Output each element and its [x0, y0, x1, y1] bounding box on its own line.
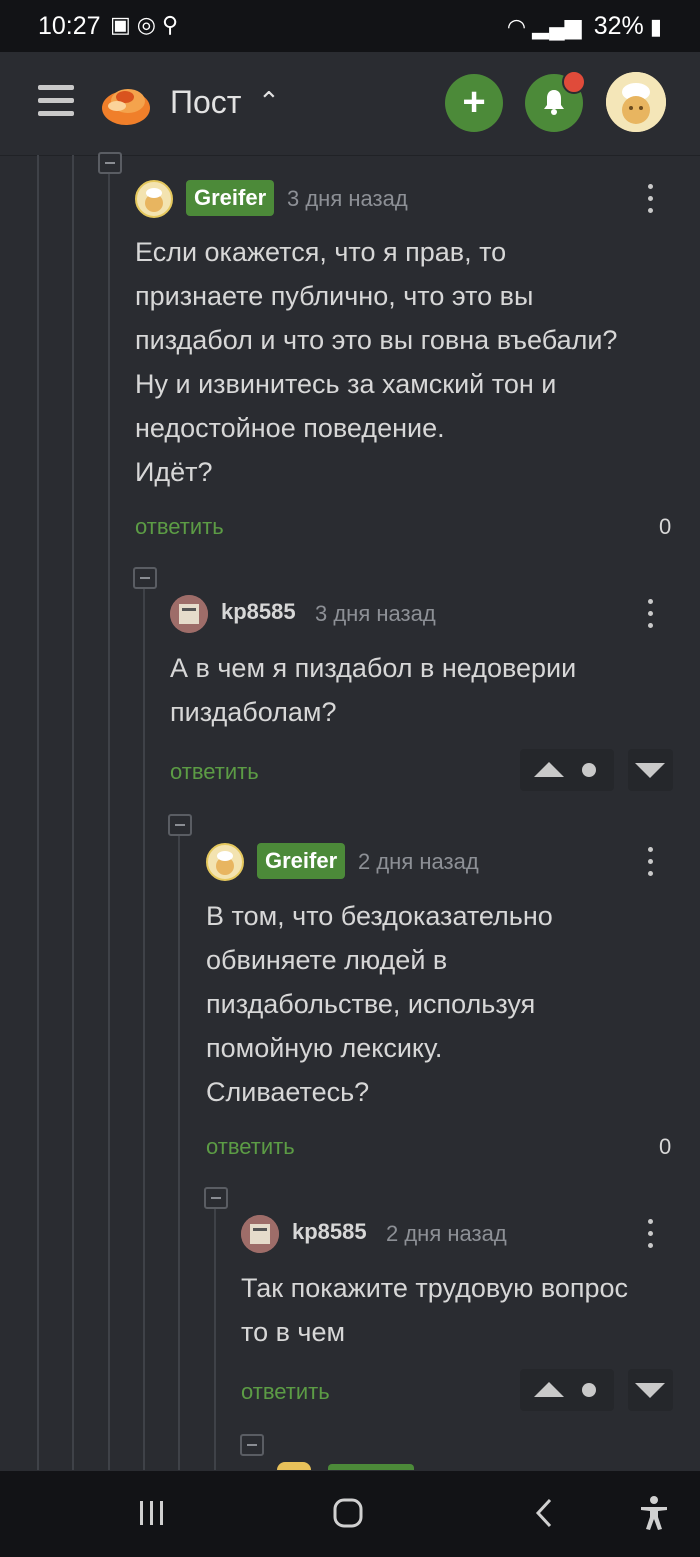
reply-link[interactable]: ответить	[170, 759, 259, 785]
comment-header: kp8585 3 дня назад	[170, 595, 675, 635]
hamburger-menu-icon[interactable]	[38, 85, 74, 119]
more-options-icon[interactable]	[648, 184, 654, 214]
downvote-button[interactable]	[628, 749, 673, 791]
comment-score: 0	[659, 1134, 672, 1159]
reply-link[interactable]: ответить	[206, 1134, 295, 1160]
battery-percent: 32%	[593, 12, 644, 40]
upvote-icon[interactable]	[534, 1382, 564, 1397]
chevron-up-icon[interactable]: ⌃	[258, 86, 280, 117]
reply-link[interactable]: ответить	[135, 514, 224, 540]
app-header: Пост ⌃ +	[0, 52, 700, 156]
comment-text: В том, что бездоказательно обвиняете люд…	[206, 901, 553, 1107]
status-time: 10:27	[38, 12, 101, 40]
reply-link[interactable]: ответить	[241, 1379, 330, 1405]
comment-time: 3 дня назад	[287, 186, 408, 211]
author-name[interactable]: Greifer	[186, 180, 275, 216]
thread-line	[178, 835, 180, 1470]
collapse-thread-button[interactable]	[98, 152, 122, 174]
more-options-icon[interactable]	[648, 1219, 654, 1249]
status-notification-icons: ▣◎⚲	[110, 12, 185, 37]
author-name[interactable]: kp8585	[221, 599, 296, 625]
comment-text: Если окажется, что я прав, то признаете …	[135, 237, 618, 487]
collapse-thread-button[interactable]	[168, 814, 192, 836]
add-post-button[interactable]: +	[445, 74, 503, 132]
vote-box	[520, 1369, 614, 1411]
author-avatar[interactable]	[241, 1215, 279, 1253]
author-name[interactable]: kp8585	[292, 1219, 367, 1245]
collapse-thread-button[interactable]	[133, 567, 157, 589]
author-avatar[interactable]	[170, 595, 208, 633]
comment-header: Greifer 3 дня назад	[135, 180, 675, 220]
more-options-icon[interactable]	[648, 599, 654, 629]
thread-line	[72, 155, 74, 1470]
bell-icon	[544, 90, 564, 115]
page-title[interactable]: Пост	[170, 84, 241, 121]
comment-score: 0	[659, 514, 672, 539]
wifi-icon: ◠	[506, 14, 527, 39]
back-icon[interactable]	[534, 1497, 554, 1529]
battery-icon: ▮	[649, 14, 662, 39]
recent-apps-icon[interactable]	[138, 1499, 166, 1527]
thread-line	[37, 155, 39, 1470]
author-avatar[interactable]	[206, 843, 244, 881]
user-avatar[interactable]	[606, 72, 666, 132]
vote-box	[520, 749, 614, 791]
home-icon[interactable]	[332, 1497, 364, 1529]
comment-header: kp8585 2 дня назад	[241, 1215, 675, 1255]
downvote-icon[interactable]	[635, 763, 665, 778]
accessibility-icon[interactable]	[638, 1495, 670, 1531]
comment-time: 2 дня назад	[358, 849, 479, 874]
pikabu-logo[interactable]	[100, 78, 152, 128]
author-name[interactable]: Greifer	[257, 843, 346, 879]
thread-line	[108, 168, 110, 1483]
comment-header: Greifer 2 дня назад	[206, 843, 675, 883]
downvote-icon[interactable]	[635, 1383, 665, 1398]
comment-time: 2 дня назад	[386, 1221, 507, 1246]
status-bar: 10:27 ▣◎⚲ ◠ ▂▄▆ 32% ▮	[0, 0, 700, 52]
vote-neutral-icon	[582, 1383, 596, 1397]
notification-dot	[562, 70, 586, 94]
author-avatar[interactable]	[135, 180, 173, 218]
upvote-icon[interactable]	[534, 762, 564, 777]
collapse-thread-button[interactable]	[240, 1434, 264, 1456]
comment-text: А в чем я пиздабол в недоверии пиздабола…	[170, 653, 577, 727]
thread-line	[214, 1208, 216, 1470]
next-comment-avatar	[277, 1462, 311, 1470]
more-options-icon[interactable]	[648, 847, 654, 877]
thread-line	[143, 588, 145, 1470]
vote-neutral-icon	[582, 763, 596, 777]
status-right-icons: ◠ ▂▄▆ 32% ▮	[507, 12, 662, 41]
collapse-thread-button[interactable]	[204, 1187, 228, 1209]
downvote-button[interactable]	[628, 1369, 673, 1411]
android-nav-bar	[0, 1470, 700, 1557]
signal-icon: ▂▄▆	[532, 14, 582, 39]
comment-text: Так покажите трудовую вопрос то в чем	[241, 1273, 629, 1347]
comment-time: 3 дня назад	[315, 601, 436, 626]
